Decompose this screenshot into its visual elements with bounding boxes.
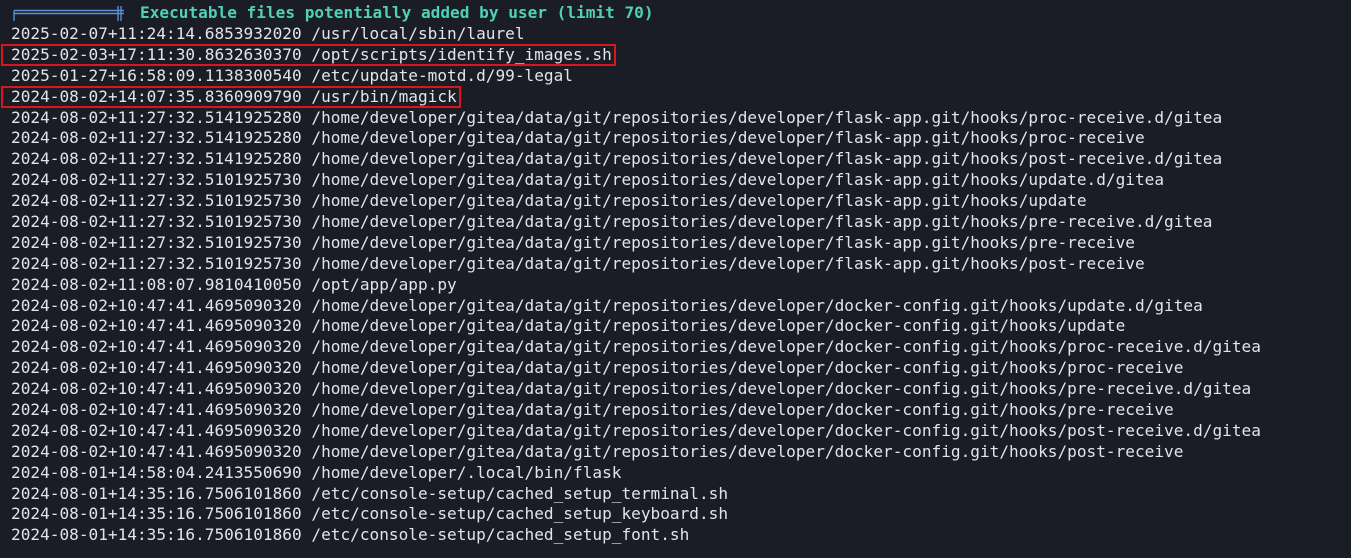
file-timestamp: 2024-08-02+10:47:41.4695090320 xyxy=(11,420,302,440)
file-timestamp: 2024-08-01+14:58:04.2413550690 xyxy=(11,462,302,482)
file-path: /etc/console-setup/cached_setup_font.sh xyxy=(311,525,690,545)
file-timestamp: 2024-08-01+14:35:16.7506101860 xyxy=(11,525,302,545)
file-timestamp: 2024-08-02+10:47:41.4695090320 xyxy=(11,379,302,399)
output-line: 2024-08-02+11:27:32.5141925280 /home/dev… xyxy=(11,149,1341,170)
output-line: 2024-08-02+11:27:32.5101925730 /home/dev… xyxy=(11,170,1341,191)
file-timestamp: 2024-08-02+11:27:32.5141925280 xyxy=(11,128,302,148)
file-timestamp: 2024-08-02+10:47:41.4695090320 xyxy=(11,295,302,315)
output-line: 2024-08-02+10:47:41.4695090320 /home/dev… xyxy=(11,358,1341,379)
file-path: /home/developer/gitea/data/git/repositor… xyxy=(311,191,1087,211)
output-line: 2024-08-01+14:58:04.2413550690 /home/dev… xyxy=(11,463,1341,484)
output-line: 2024-08-02+10:47:41.4695090320 /home/dev… xyxy=(11,316,1341,337)
file-path: /opt/app/app.py xyxy=(311,274,457,294)
file-path: /home/developer/gitea/data/git/repositor… xyxy=(311,316,1126,336)
output-line: 2024-08-02+11:27:32.5101925730 /home/dev… xyxy=(11,254,1341,275)
file-timestamp: 2024-08-02+11:27:32.5101925730 xyxy=(11,232,302,252)
file-timestamp: 2024-08-02+11:27:32.5101925730 xyxy=(11,212,302,232)
file-timestamp: 2024-08-01+14:35:16.7506101860 xyxy=(11,504,302,524)
file-timestamp: 2024-08-02+14:07:35.8360909790 xyxy=(11,86,302,106)
output-line: 2025-01-27+16:58:09.1138300540 /etc/upda… xyxy=(11,66,1341,87)
output-line: 2024-08-02+11:27:32.5141925280 /home/dev… xyxy=(11,128,1341,149)
file-timestamp: 2024-08-02+11:27:32.5101925730 xyxy=(11,170,302,190)
output-line: 2024-08-02+10:47:41.4695090320 /home/dev… xyxy=(11,337,1341,358)
file-path: /home/developer/gitea/data/git/repositor… xyxy=(311,420,1261,440)
file-path: /home/developer/gitea/data/git/repositor… xyxy=(311,107,1223,127)
file-timestamp: 2024-08-02+10:47:41.4695090320 xyxy=(11,358,302,378)
section-title: Executable files potentially added by us… xyxy=(140,3,654,22)
file-timestamp: 2024-08-02+11:27:32.5141925280 xyxy=(11,107,302,127)
file-path: /home/developer/gitea/data/git/repositor… xyxy=(311,441,1184,461)
output-line: 2024-08-02+11:27:32.5101925730 /home/dev… xyxy=(11,191,1341,212)
section-header: Executable files potentially added by us… xyxy=(0,3,1351,24)
file-path: /home/developer/gitea/data/git/repositor… xyxy=(311,337,1261,357)
file-path: /usr/local/sbin/laurel xyxy=(311,24,525,43)
output-line: 2025-02-07+11:24:14.6853932020 /usr/loca… xyxy=(11,24,1341,45)
terminal-window[interactable]: Executable files potentially added by us… xyxy=(0,0,1351,558)
file-timestamp: 2024-08-02+10:47:41.4695090320 xyxy=(11,441,302,461)
file-timestamp: 2024-08-02+10:47:41.4695090320 xyxy=(11,337,302,357)
file-timestamp: 2025-02-07+11:24:14.6853932020 xyxy=(11,24,302,43)
file-path: /home/developer/gitea/data/git/repositor… xyxy=(311,358,1184,378)
output-line: 2024-08-02+14:07:35.8360909790 /usr/bin/… xyxy=(1,85,1341,108)
file-timestamp: 2025-02-03+17:11:30.8632630370 xyxy=(11,44,302,64)
file-timestamp: 2024-08-02+11:08:07.9810410050 xyxy=(11,274,302,294)
output-line: 2024-08-02+10:47:41.4695090320 /home/dev… xyxy=(11,379,1341,400)
output-line: 2024-08-02+11:27:32.5101925730 /home/dev… xyxy=(11,233,1341,254)
file-path: /home/developer/gitea/data/git/repositor… xyxy=(311,170,1165,190)
file-path: /home/developer/gitea/data/git/repositor… xyxy=(311,232,1135,252)
file-path: /home/developer/gitea/data/git/repositor… xyxy=(311,253,1145,273)
output-line: 2024-08-02+10:47:41.4695090320 /home/dev… xyxy=(11,442,1341,463)
output-line: 2024-08-02+11:27:32.5141925280 /home/dev… xyxy=(11,108,1341,129)
file-timestamp: 2024-08-02+11:27:32.5101925730 xyxy=(11,253,302,273)
output-line: 2024-08-02+11:08:07.9810410050 /opt/app/… xyxy=(11,275,1341,296)
file-path: /home/developer/gitea/data/git/repositor… xyxy=(311,128,1145,148)
output-line: 2024-08-02+10:47:41.4695090320 /home/dev… xyxy=(11,296,1341,317)
file-path: /usr/bin/magick xyxy=(311,86,457,106)
file-timestamp: 2024-08-02+10:47:41.4695090320 xyxy=(11,400,302,420)
file-timestamp: 2024-08-02+11:27:32.5101925730 xyxy=(11,191,302,211)
output-line: 2024-08-01+14:35:16.7506101860 /etc/cons… xyxy=(11,484,1341,505)
file-path: /home/developer/gitea/data/git/repositor… xyxy=(311,149,1223,169)
file-path: /home/developer/gitea/data/git/repositor… xyxy=(311,400,1174,420)
file-path: /opt/scripts/identify_images.sh xyxy=(311,44,612,64)
file-path: /home/developer/.local/bin/flask xyxy=(311,462,622,482)
output-line: 2024-08-02+10:47:41.4695090320 /home/dev… xyxy=(11,400,1341,421)
output-line: 2024-08-01+14:35:16.7506101860 /etc/cons… xyxy=(11,504,1341,525)
file-path: /etc/console-setup/cached_setup_terminal… xyxy=(311,483,729,503)
file-path: /home/developer/gitea/data/git/repositor… xyxy=(311,295,1203,315)
file-timestamp: 2024-08-02+10:47:41.4695090320 xyxy=(11,316,302,336)
output-line: 2024-08-01+14:35:16.7506101860 /etc/cons… xyxy=(11,525,1341,546)
box-drawing-decoration-icon xyxy=(13,6,124,21)
file-timestamp: 2024-08-02+11:27:32.5141925280 xyxy=(11,149,302,169)
output-lines: 2025-02-07+11:24:14.6853932020 /usr/loca… xyxy=(1,24,1341,546)
file-path: /home/developer/gitea/data/git/repositor… xyxy=(311,212,1213,232)
output-line: 2024-08-02+11:27:32.5101925730 /home/dev… xyxy=(11,212,1341,233)
output-line: 2025-02-03+17:11:30.8632630370 /opt/scri… xyxy=(1,43,1341,66)
file-timestamp: 2025-01-27+16:58:09.1138300540 xyxy=(11,65,302,85)
file-timestamp: 2024-08-01+14:35:16.7506101860 xyxy=(11,483,302,503)
output-line: 2024-08-02+10:47:41.4695090320 /home/dev… xyxy=(11,421,1341,442)
file-path: /etc/update-motd.d/99-legal xyxy=(311,65,574,85)
file-path: /home/developer/gitea/data/git/repositor… xyxy=(311,379,1252,399)
file-path: /etc/console-setup/cached_setup_keyboard… xyxy=(311,504,729,524)
